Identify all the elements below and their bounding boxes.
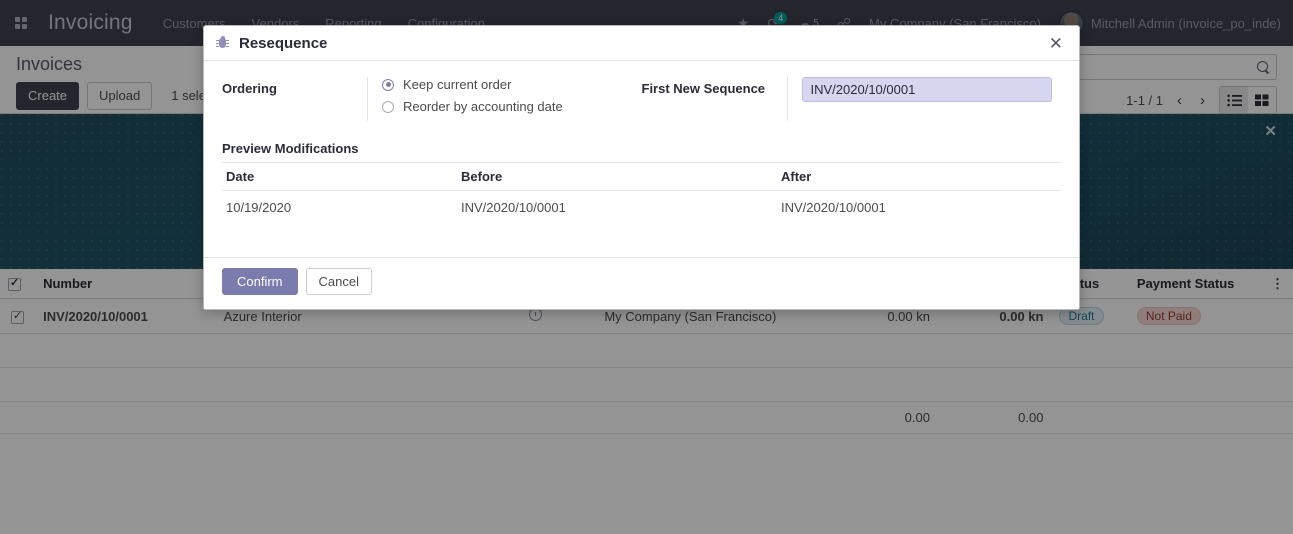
preview-cell-before: INV/2020/10/0001 xyxy=(461,200,566,215)
cancel-button[interactable]: Cancel xyxy=(305,268,372,295)
preview-body: 10/19/2020 INV/2020/10/0001 INV/2020/10/… xyxy=(222,191,1061,247)
first-new-sequence-value xyxy=(786,77,1062,121)
modal-body: Ordering Keep current order Reorder by a… xyxy=(204,61,1079,257)
radio-icon-selected[interactable] xyxy=(382,78,394,91)
radio-keep-current-order-label: Keep current order xyxy=(403,77,512,92)
preview-header-row: Date Before After xyxy=(222,162,1061,191)
preview-spacer-row xyxy=(222,225,1061,247)
ordering-field-group: Ordering Keep current order Reorder by a… xyxy=(222,77,642,121)
preview-column-after: After xyxy=(777,162,1061,191)
ordering-label: Ordering xyxy=(222,81,277,96)
preview-column-before: Before xyxy=(457,162,777,191)
modal-title: Resequence xyxy=(239,34,328,52)
preview-modifications-title: Preview Modifications xyxy=(222,141,359,156)
close-icon[interactable]: ✕ xyxy=(1045,33,1067,54)
first-new-sequence-input[interactable] xyxy=(801,77,1052,102)
preview-modifications-table: Date Before After 10/19/2020 INV/2020/10… xyxy=(222,162,1061,247)
preview-row: 10/19/2020 INV/2020/10/0001 INV/2020/10/… xyxy=(222,191,1061,225)
app-root: Invoicing Customers Vendors Reporting Co… xyxy=(0,0,1293,534)
radio-reorder-by-accounting-date[interactable]: Reorder by accounting date xyxy=(382,99,642,114)
first-new-sequence-group: First New Sequence xyxy=(642,77,1062,121)
modal-header: Resequence ✕ xyxy=(204,26,1079,61)
radio-keep-current-order[interactable]: Keep current order xyxy=(382,77,642,92)
preview-column-date: Date xyxy=(222,162,457,191)
bug-debug-icon xyxy=(216,36,229,50)
preview-cell-after: INV/2020/10/0001 xyxy=(781,200,886,215)
preview-head: Date Before After xyxy=(222,162,1061,191)
resequence-form: Ordering Keep current order Reorder by a… xyxy=(222,77,1061,121)
radio-icon-unselected[interactable] xyxy=(382,100,394,113)
first-new-sequence-label: First New Sequence xyxy=(641,81,766,96)
resequence-modal: Resequence ✕ Ordering Keep current order… xyxy=(203,25,1080,310)
preview-cell-date: 10/19/2020 xyxy=(226,200,292,215)
ordering-options: Keep current order Reorder by accounting… xyxy=(367,77,642,121)
modal-footer: Confirm Cancel xyxy=(204,257,1079,309)
radio-reorder-by-accounting-date-label: Reorder by accounting date xyxy=(403,99,563,114)
confirm-button[interactable]: Confirm xyxy=(222,268,298,295)
